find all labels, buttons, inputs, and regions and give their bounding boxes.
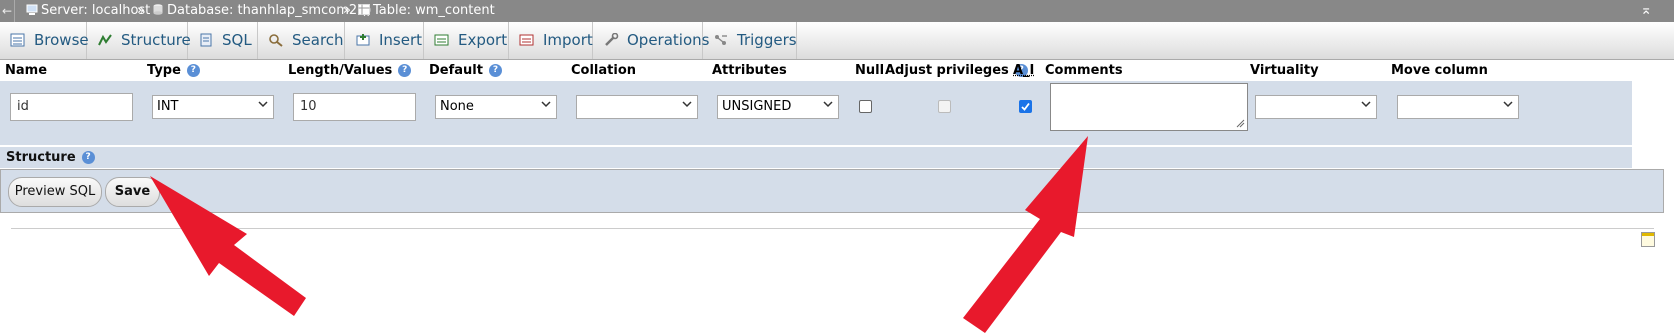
arrow-to-save-icon [150,176,306,316]
arrow-to-ai-icon [963,136,1088,333]
annotation-arrows [150,136,1088,333]
